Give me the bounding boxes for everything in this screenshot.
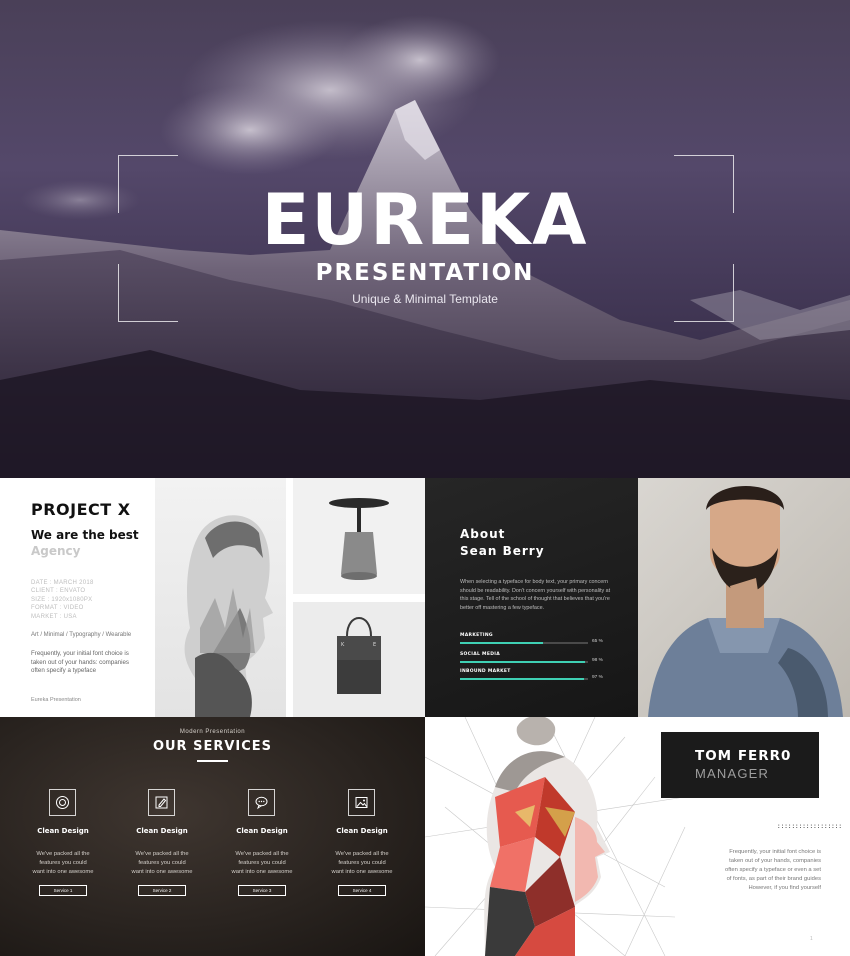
services-title-underline	[197, 760, 228, 762]
service-description: We've packed all the features you could …	[212, 850, 312, 878]
about-title-line2: Sean Berry	[460, 544, 545, 558]
service-desc-line: We've packed all the	[135, 851, 189, 857]
bearded-man-portrait-image	[638, 478, 850, 717]
skill-bar-inbound-market: INBOUND MARKET 97 %	[460, 669, 612, 680]
service-desc-line: features you could	[138, 860, 186, 867]
project-body: Frequently, your initial font choice is …	[31, 650, 130, 675]
chat-icon	[248, 789, 275, 816]
project-meta-size: SIZE : 1920x1080PX	[31, 596, 93, 603]
service-desc-line: want into one awesome	[131, 869, 193, 876]
skill-percent: 98 %	[592, 658, 603, 663]
hero-tagline: Unique & Minimal Template	[352, 292, 498, 306]
skill-track	[460, 661, 588, 663]
about-title-line1: About	[460, 527, 506, 541]
service-desc-line: We've packed all the	[235, 851, 289, 857]
service-desc-line: want into one awesome	[32, 869, 94, 876]
hero-slide: EUREKA PRESENTATION Unique & Minimal Tem…	[0, 0, 850, 478]
service-name: Clean Design	[336, 827, 388, 835]
service-name: Clean Design	[236, 827, 288, 835]
name-card	[661, 732, 819, 798]
service-description: We've packed all the features you could …	[13, 850, 113, 878]
skill-label: MARKETING	[460, 633, 493, 638]
service-name: Clean Design	[37, 827, 89, 835]
service-description: We've packed all the features you could …	[312, 850, 412, 878]
manager-body: Frequently, your initial font choice is …	[724, 849, 821, 891]
project-title: PROJECT X	[31, 500, 131, 519]
project-heading-line1: We are the best	[31, 528, 139, 542]
dotted-divider: ::::::::::::::::::	[777, 823, 843, 830]
project-meta-date: DATE : MARCH 2018	[31, 580, 94, 586]
hero-title: EUREKA	[261, 179, 589, 261]
project-meta-list: DATE : MARCH 2018 CLIENT : ENVATO SIZE :…	[31, 579, 94, 621]
project-meta-client: CLIENT : ENVATO	[31, 588, 86, 595]
service-desc-line: want into one awesome	[231, 869, 293, 876]
manager-slide: TOM FERR0 MANAGER :::::::::::::::::: Fre…	[425, 717, 850, 956]
service-desc-line: features you could	[39, 860, 87, 867]
skill-percent: 65 %	[592, 639, 603, 644]
project-meta-market: MARKET : USA	[31, 613, 77, 620]
about-body: When selecting a typeface for body text,…	[460, 579, 611, 611]
service-desc-line: We've packed all the	[36, 851, 90, 857]
skill-percent: 97 %	[592, 675, 603, 680]
manager-name: TOM FERR0	[695, 748, 792, 764]
service-3-button[interactable]: Service 3	[238, 885, 286, 896]
project-slide: PROJECT X We are the best Agency DATE : …	[0, 478, 425, 717]
skill-track	[460, 642, 588, 644]
about-slide: About Sean Berry When selecting a typefa…	[425, 478, 850, 717]
service-name: Clean Design	[136, 827, 188, 835]
service-desc-line: We've packed all the	[335, 851, 389, 857]
skill-track	[460, 678, 588, 680]
side-table-product-image	[293, 478, 425, 594]
service-desc-line: want into one awesome	[331, 869, 393, 876]
skill-label: SOCIAL MEDIA	[460, 652, 501, 657]
image-icon	[348, 789, 375, 816]
about-title: About Sean Berry	[460, 526, 545, 560]
project-footer: Eureka Presentation	[31, 697, 81, 703]
manager-role: MANAGER	[695, 766, 770, 781]
skill-fill	[460, 642, 544, 644]
svg-text:E: E	[373, 642, 376, 648]
service-2-button[interactable]: Service 2	[138, 885, 186, 896]
service-desc-line: features you could	[238, 860, 286, 867]
services-slide: Modern Presentation OUR SERVICES Clean D…	[0, 717, 425, 956]
target-icon	[49, 789, 76, 816]
services-kicker: Modern Presentation	[179, 729, 246, 735]
service-1-button[interactable]: Service 1	[39, 885, 87, 896]
hero-subtitle: PRESENTATION	[315, 260, 535, 286]
double-exposure-portrait-image	[155, 478, 286, 717]
project-heading-line2: Agency	[31, 544, 81, 558]
services-title: OUR SERVICES	[152, 739, 273, 754]
service-description: We've packed all the features you could …	[112, 850, 212, 878]
project-tags: Art / Minimal / Typography / Wearable	[31, 632, 132, 638]
skill-bar-social-media: SOCIAL MEDIA 98 %	[460, 652, 612, 663]
service-desc-line: features you could	[338, 860, 386, 867]
tote-bag-product-image: K E	[293, 602, 425, 717]
page-number: 1	[810, 936, 813, 942]
skill-label: INBOUND MARKET	[460, 669, 511, 674]
skill-fill	[460, 661, 586, 663]
project-meta-format: FORMAT : VIDEO	[31, 605, 84, 612]
service-4-button[interactable]: Service 4	[338, 885, 386, 896]
skill-bar-marketing: MARKETING 65 %	[460, 633, 612, 644]
pencil-icon	[148, 789, 175, 816]
skill-fill	[460, 678, 585, 680]
